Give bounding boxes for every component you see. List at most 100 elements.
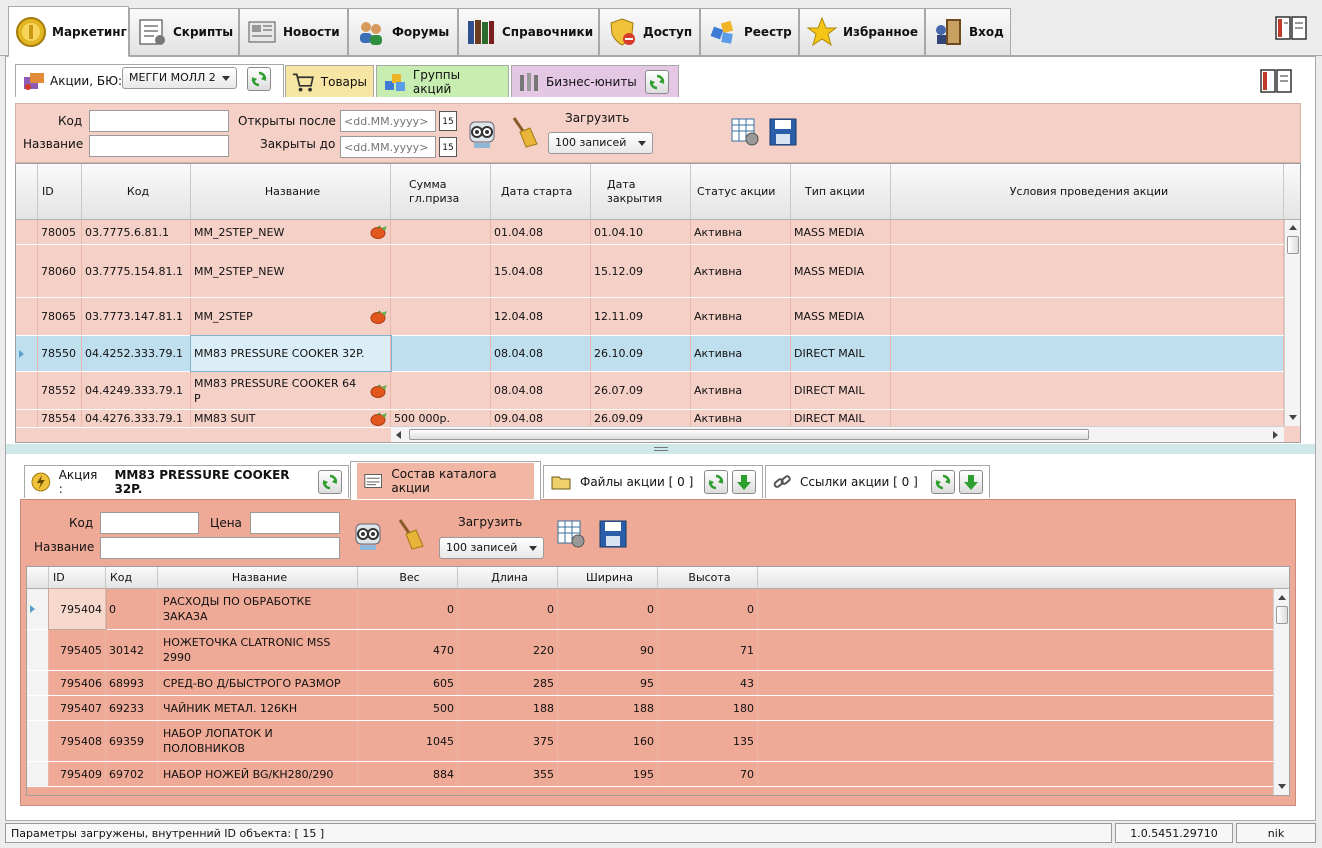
row-indicator[interactable] [16, 298, 38, 335]
column-header[interactable]: Статус акции [691, 164, 791, 219]
cell-l[interactable]: 188 [458, 696, 558, 720]
refresh-bu-button[interactable] [247, 67, 271, 91]
price-input[interactable] [250, 512, 340, 534]
cell-end[interactable]: 01.04.10 [591, 220, 691, 244]
cell-type[interactable]: MASS MEDIA [791, 245, 891, 297]
cell-code[interactable]: 69233 [106, 696, 158, 720]
column-header[interactable]: Вес [358, 567, 458, 588]
cell-cond[interactable] [891, 245, 1284, 297]
cell-end[interactable]: 26.10.09 [591, 336, 691, 371]
cell-filler[interactable] [758, 696, 1273, 720]
row-indicator[interactable] [16, 410, 38, 427]
cell-start[interactable]: 12.04.08 [491, 298, 591, 335]
help-book-icon[interactable] [1260, 69, 1292, 93]
cell-id[interactable]: 78552 [38, 372, 82, 409]
row-indicator[interactable] [27, 630, 49, 670]
column-header[interactable]: Длина [458, 567, 558, 588]
table-row[interactable]: 78060 03.7775.154.81.1 MM_2STEP_NEW 15.04.0… [16, 245, 1284, 298]
save-floppy-icon[interactable] [598, 519, 628, 549]
actions-vscroll[interactable] [1284, 220, 1300, 426]
cell-wd[interactable]: 160 [558, 721, 658, 761]
scroll-thumb[interactable] [409, 429, 1089, 440]
table-row[interactable]: 795408 69359 НАБОР ЛОПАТОК И ПОЛОВНИКОВ 104… [27, 721, 1273, 762]
tab-action-detail[interactable]: Акция : MM83 PRESSURE COOKER 32P. [24, 465, 349, 498]
save-floppy-icon[interactable] [768, 117, 798, 147]
cell-name[interactable]: MM83 PRESSURE COOKER 64 P [191, 372, 391, 409]
column-header[interactable]: Название [158, 567, 358, 588]
column-header[interactable]: Высота [658, 567, 758, 588]
cell-type[interactable]: DIRECT MAIL [791, 410, 891, 427]
cell-end[interactable]: 12.11.09 [591, 298, 691, 335]
cell-w[interactable]: 470 [358, 630, 458, 670]
scroll-left-icon[interactable] [396, 431, 401, 439]
table-row[interactable]: 795407 69233 ЧАЙНИК МЕТАЛ. 126КН 500 188 188 1… [27, 696, 1273, 721]
cell-wd[interactable]: 195 [558, 762, 658, 786]
cell-name[interactable]: НАБОР НОЖЕЙ BG/KH280/290 [158, 762, 358, 786]
help-book-icon[interactable] [1275, 16, 1307, 40]
cell-status[interactable]: Активна [691, 410, 791, 427]
cell-w[interactable]: 605 [358, 671, 458, 695]
scroll-up-icon[interactable] [1289, 225, 1297, 230]
table-row[interactable]: 78552 04.4249.333.79.1 MM83 PRESSURE COOKE… [16, 372, 1284, 410]
cell-w[interactable]: 500 [358, 696, 458, 720]
scroll-thumb[interactable] [1276, 606, 1288, 624]
detail-name-input[interactable] [100, 537, 340, 559]
actions-hscroll[interactable] [391, 426, 1284, 442]
cell-id[interactable]: 78060 [38, 245, 82, 297]
cell-id[interactable]: 795409 [49, 762, 106, 786]
row-indicator[interactable] [27, 589, 49, 629]
column-header[interactable]: ID [49, 567, 106, 588]
cell-filler[interactable] [758, 762, 1273, 786]
cell-code[interactable]: 04.4276.333.79.1 [82, 410, 191, 427]
column-header[interactable]: Ширина [558, 567, 658, 588]
cell-l[interactable]: 220 [458, 630, 558, 670]
download-links-button[interactable] [959, 470, 983, 494]
refresh-bu-list-button[interactable] [644, 69, 669, 94]
table-row[interactable]: 795406 68993 СРЕД-ВО Д/БЫСТРОГО РАЗМОР 605 2… [27, 671, 1273, 696]
cell-code[interactable]: 0 [106, 589, 158, 629]
row-indicator[interactable] [16, 336, 38, 371]
row-indicator[interactable] [27, 696, 49, 720]
table-row[interactable]: 78065 03.7773.147.81.1 MM_2STEP 12.04.08 12.… [16, 298, 1284, 336]
cell-id[interactable]: 795408 [49, 721, 106, 761]
cell-id[interactable]: 795407 [49, 696, 106, 720]
cell-name[interactable]: ЧАЙНИК МЕТАЛ. 126КН [158, 696, 358, 720]
cell-wd[interactable]: 0 [558, 589, 658, 629]
row-indicator[interactable] [16, 372, 38, 409]
search-robot-icon[interactable] [466, 116, 498, 150]
cell-h[interactable]: 135 [658, 721, 758, 761]
tab-registry[interactable]: Реестр [700, 8, 799, 55]
cell-start[interactable]: 01.04.08 [491, 220, 591, 244]
cell-l[interactable]: 355 [458, 762, 558, 786]
tab-forums[interactable]: Форумы [348, 8, 458, 55]
row-indicator[interactable] [16, 245, 38, 297]
cell-w[interactable]: 1045 [358, 721, 458, 761]
column-header[interactable]: Сумма гл.приза [391, 164, 491, 219]
tab-catalog[interactable]: Состав каталога акции [350, 461, 541, 500]
cell-name[interactable]: НОЖЕТОЧКА CLATRONIC MSS 2990 [158, 630, 358, 670]
cell-code[interactable]: 04.4252.333.79.1 [82, 336, 191, 371]
search-robot-icon[interactable] [352, 518, 384, 552]
cell-end[interactable]: 15.12.09 [591, 245, 691, 297]
cell-status[interactable]: Активна [691, 372, 791, 409]
cell-h[interactable]: 0 [658, 589, 758, 629]
column-header[interactable]: Код [106, 567, 158, 588]
row-indicator[interactable] [27, 762, 49, 786]
cell-status[interactable]: Активна [691, 298, 791, 335]
cell-prize[interactable] [391, 298, 491, 335]
column-header[interactable]: ID [38, 164, 82, 219]
cell-prize[interactable] [391, 336, 491, 371]
bu-select[interactable]: МЕГГИ МОЛЛ 2 [122, 67, 237, 89]
cell-id[interactable]: 78065 [38, 298, 82, 335]
cell-code[interactable]: 69359 [106, 721, 158, 761]
cell-start[interactable]: 08.04.08 [491, 336, 591, 371]
cell-cond[interactable] [891, 336, 1284, 371]
code-input[interactable] [89, 110, 229, 132]
cell-filler[interactable] [758, 589, 1273, 629]
cell-code[interactable]: 69702 [106, 762, 158, 786]
table-settings-icon[interactable] [556, 519, 586, 549]
refresh-links-button[interactable] [931, 470, 955, 494]
cell-end[interactable]: 26.09.09 [591, 410, 691, 427]
cell-end[interactable]: 26.07.09 [591, 372, 691, 409]
tab-scripts[interactable]: Скрипты [129, 8, 239, 55]
